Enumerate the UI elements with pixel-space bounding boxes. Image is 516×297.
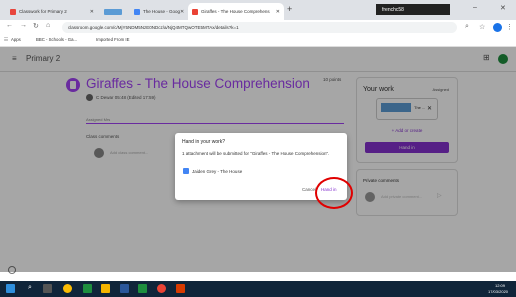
search-taskbar-icon[interactable]: ⌕ bbox=[28, 284, 37, 293]
powerpoint-taskbar-icon[interactable] bbox=[176, 284, 185, 293]
doc-icon bbox=[183, 168, 189, 174]
back-icon[interactable]: ← bbox=[6, 22, 13, 29]
close-tab-icon[interactable]: ✕ bbox=[180, 9, 184, 15]
clock-date: 17/03/2020 bbox=[488, 289, 509, 294]
dialog-message: 1 attachment will be submitted for "Gira… bbox=[182, 151, 330, 156]
minimize-button[interactable]: – bbox=[473, 4, 477, 11]
chrome-taskbar-icon[interactable] bbox=[63, 284, 72, 293]
bookmark-apps[interactable]: Apps bbox=[11, 37, 21, 42]
tab-giraffes[interactable]: Giraffes - The House Comprehens ✕ bbox=[188, 3, 284, 20]
cancel-button[interactable]: Cancel bbox=[302, 187, 316, 192]
classroom-favicon-icon bbox=[192, 8, 198, 15]
menu-icon[interactable]: ⋮ bbox=[506, 23, 513, 31]
tab-classwork[interactable]: Classwork for Primary 2 ✕ bbox=[6, 3, 98, 20]
task-view-icon[interactable] bbox=[43, 284, 52, 293]
bookmark-bbc[interactable]: BBC - Schools - Ga... bbox=[36, 37, 77, 42]
tab-redacted[interactable] bbox=[100, 3, 130, 20]
highlight-circle bbox=[315, 177, 353, 209]
close-tab-icon[interactable]: ✕ bbox=[276, 9, 280, 15]
star-icon[interactable]: ☆ bbox=[479, 23, 485, 31]
explorer-taskbar-icon[interactable] bbox=[101, 284, 110, 293]
dialog-attachment[interactable]: Jaiden Grey - The House bbox=[192, 169, 242, 174]
tab-label: Classwork for Primary 2 bbox=[19, 9, 67, 14]
url-text: classroom.google.com/c/MjY5NDM5NzE0NDcz/… bbox=[68, 25, 239, 30]
word-taskbar-icon[interactable] bbox=[120, 284, 129, 293]
docs-favicon-icon bbox=[134, 8, 140, 15]
close-window-button[interactable]: ✕ bbox=[500, 4, 506, 12]
taskbar: ⌕ 12:09 17/03/2020 bbox=[0, 281, 516, 297]
clock-time: 12:09 bbox=[495, 283, 506, 288]
profile-chip[interactable]: frenchc58 bbox=[376, 3, 450, 16]
search-icon[interactable]: ⌕ bbox=[465, 23, 469, 31]
tab-label: Giraffes - The House Comprehens bbox=[201, 9, 270, 14]
home-icon[interactable]: ⌂ bbox=[46, 22, 50, 29]
new-tab-button[interactable]: + bbox=[287, 4, 292, 14]
chrome-active-taskbar-icon[interactable] bbox=[157, 284, 166, 293]
dialog-title: Hand in your work? bbox=[182, 139, 226, 145]
profile-name: frenchc58 bbox=[382, 6, 404, 13]
excel-taskbar-icon[interactable] bbox=[83, 284, 92, 293]
bookmarks-bar: ☷ Apps BBC - Schools - Ga... Imported Fr… bbox=[0, 35, 516, 47]
apps-icon[interactable]: ☷ bbox=[4, 37, 8, 43]
classroom-favicon-icon bbox=[10, 8, 16, 15]
reload-icon[interactable]: ↻ bbox=[33, 22, 39, 30]
tab-label: The House - Goog bbox=[143, 9, 181, 14]
close-tab-icon[interactable]: ✕ bbox=[90, 9, 94, 15]
start-icon[interactable] bbox=[6, 284, 15, 293]
tab-the-house[interactable]: The House - Goog ✕ bbox=[130, 3, 186, 20]
tab-strip: Classwork for Primary 2 ✕ The House - Go… bbox=[0, 0, 516, 20]
forward-icon[interactable]: → bbox=[20, 22, 27, 29]
screenshot: Classwork for Primary 2 ✕ The House - Go… bbox=[0, 0, 516, 297]
sheet-taskbar-icon[interactable] bbox=[138, 284, 147, 293]
browser-avatar[interactable] bbox=[493, 23, 502, 32]
url-bar[interactable]: classroom.google.com/c/MjY5NDM5NzE0NDcz/… bbox=[62, 22, 457, 33]
bookmark-imported[interactable]: Imported From IE bbox=[96, 37, 129, 42]
address-bar-row: ← → ↻ ⌂ classroom.google.com/c/MjY5NDM5N… bbox=[0, 20, 516, 35]
redacted-block bbox=[104, 8, 122, 15]
